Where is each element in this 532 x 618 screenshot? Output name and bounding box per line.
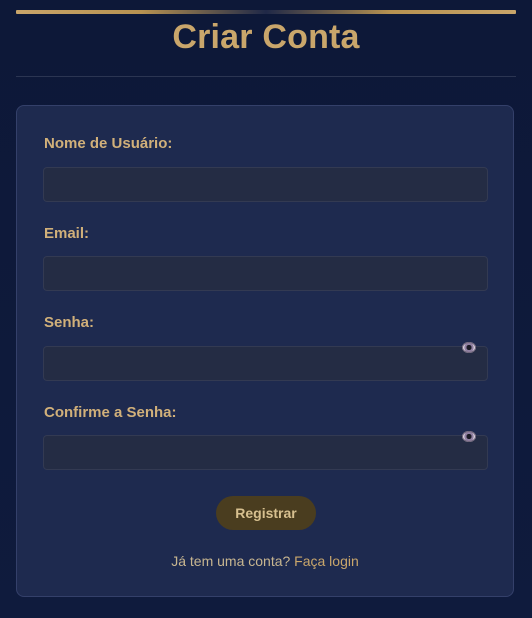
register-button[interactable]: Registrar [216,496,316,530]
confirm-password-label: Confirme a Senha: [44,404,177,421]
password-input[interactable] [43,346,488,381]
email-label: Email: [44,225,90,242]
registration-form-card: Nome de Usuário: Email: Senha: Confirme … [16,105,514,597]
email-input[interactable] [43,256,488,291]
login-prompt: Já tem uma conta? Faça login [17,552,513,570]
register-page: Criar Conta Nome de Usuário: Email: Senh… [0,0,532,618]
login-prompt-text: Já tem uma conta? [171,553,291,569]
confirm-password-visibility-eye-icon[interactable] [462,431,476,442]
page-title: Criar Conta [172,18,360,56]
username-label: Nome de Usuário: [44,135,173,152]
login-link[interactable]: Faça login [294,553,359,569]
top-gold-rule [16,10,516,14]
confirm-password-input[interactable] [43,435,488,470]
password-visibility-eye-icon[interactable] [462,342,476,353]
password-label: Senha: [44,314,95,331]
header-divider [16,76,516,77]
username-input[interactable] [43,167,488,202]
